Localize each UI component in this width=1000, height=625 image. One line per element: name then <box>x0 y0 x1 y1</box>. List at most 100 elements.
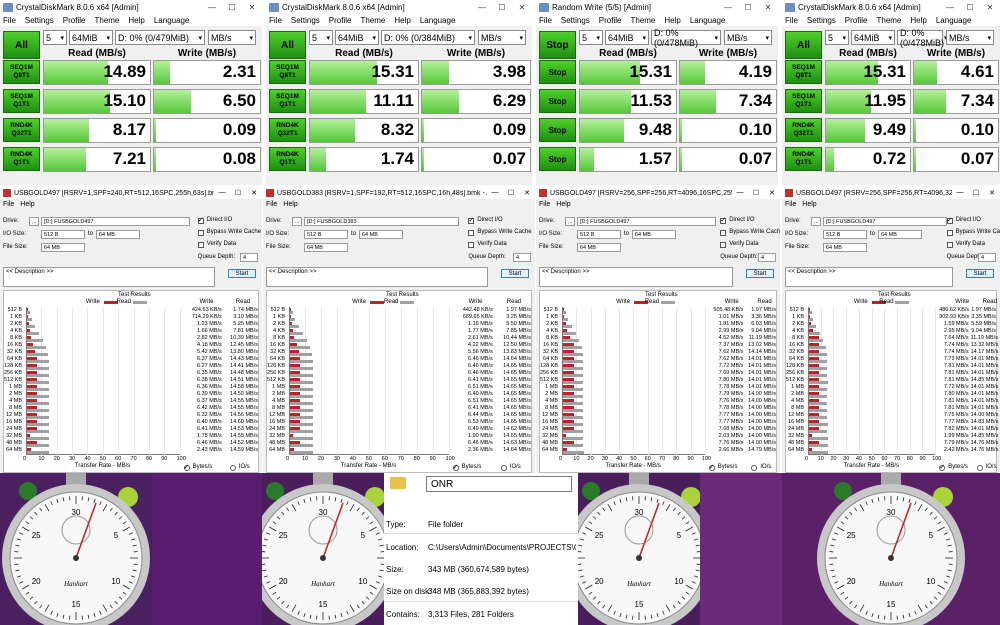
minimize-button[interactable]: — <box>952 189 968 197</box>
test-button[interactable]: SEQ1M Q8T1 <box>3 60 40 84</box>
menu-profile[interactable]: Profile <box>329 16 352 25</box>
menu-settings[interactable]: Settings <box>291 16 320 25</box>
close-button[interactable]: ✕ <box>519 189 535 197</box>
menu-language[interactable]: Language <box>154 16 190 25</box>
menu-file[interactable]: File <box>785 201 796 208</box>
test-button[interactable]: SEQ1M Q8T1 <box>269 60 306 84</box>
menu-language[interactable]: Language <box>936 16 972 25</box>
menu-file[interactable]: File <box>539 16 552 25</box>
browse-button[interactable]: ... <box>811 217 821 226</box>
menu-file[interactable]: File <box>539 201 550 208</box>
test-count-select[interactable]: 5 ▾ <box>309 30 333 45</box>
maximize-button[interactable]: ☐ <box>222 3 242 12</box>
drive-select[interactable]: D: 0% (0/384MiB) ▾ <box>381 30 475 45</box>
queue-depth-select[interactable]: 4 <box>758 253 776 262</box>
bytes-radio[interactable] <box>452 463 459 471</box>
drive-select[interactable]: [D:] FUSBGOLD497 <box>823 217 948 226</box>
test-button[interactable]: RND4K Q32T1 <box>3 118 40 142</box>
io-to-select[interactable]: 64 MB <box>632 230 676 239</box>
verify-data-checkbox[interactable] <box>197 242 204 248</box>
queue-depth-select[interactable]: 4 <box>978 253 996 262</box>
menu-profile[interactable]: Profile <box>63 16 86 25</box>
file-size-select[interactable]: 64 MB <box>304 243 348 252</box>
menu-language[interactable]: Language <box>690 16 726 25</box>
io-to-select[interactable]: 64 MB <box>96 230 140 239</box>
bypass-cache-checkbox[interactable] <box>468 230 475 236</box>
test-button[interactable]: SEQ1M Q1T1 <box>269 89 306 113</box>
test-count-select[interactable]: 5 ▾ <box>579 30 603 45</box>
test-button[interactable]: Stop <box>539 60 576 84</box>
menu-profile[interactable]: Profile <box>845 16 868 25</box>
start-button[interactable]: Start <box>228 269 256 278</box>
file-size-select[interactable]: 64 MB <box>41 243 85 252</box>
ios-radio[interactable] <box>500 465 507 471</box>
browse-button[interactable]: ... <box>292 217 302 226</box>
unit-select[interactable]: MB/s ▾ <box>946 30 994 45</box>
unit-select[interactable]: MB/s ▾ <box>724 30 772 45</box>
io-to-select[interactable]: 64 MB <box>878 230 922 239</box>
menu-theme[interactable]: Theme <box>876 16 901 25</box>
menu-theme[interactable]: Theme <box>630 16 655 25</box>
close-button[interactable]: ✕ <box>984 189 1000 197</box>
menu-help[interactable]: Help <box>394 16 410 25</box>
verify-data-checkbox[interactable] <box>720 242 727 248</box>
test-size-select[interactable]: 64MiB ▾ <box>605 30 649 45</box>
drive-select[interactable]: D: 0% (0/479MiB) ▾ <box>115 30 205 45</box>
verify-data-checkbox[interactable] <box>468 242 475 248</box>
unit-select[interactable]: MB/s ▾ <box>208 30 256 45</box>
close-button[interactable]: ✕ <box>512 3 532 12</box>
bypass-cache-checkbox[interactable] <box>946 230 953 236</box>
menu-settings[interactable]: Settings <box>25 16 54 25</box>
menu-help[interactable]: Help <box>664 16 680 25</box>
minimize-button[interactable]: — <box>487 189 503 197</box>
test-button[interactable]: RND4K Q1T1 <box>785 147 822 171</box>
test-button[interactable]: RND4K Q1T1 <box>3 147 40 171</box>
test-count-select[interactable]: 5 ▾ <box>43 30 67 45</box>
unit-select[interactable]: MB/s ▾ <box>478 30 526 45</box>
drive-select[interactable]: [D:] FUSBGOLD383 <box>304 217 460 226</box>
minimize-button[interactable]: — <box>472 3 492 12</box>
drive-select[interactable]: [D:] FUSBGOLD497 <box>577 217 717 226</box>
menu-file[interactable]: File <box>269 16 282 25</box>
minimize-button[interactable]: — <box>718 3 738 12</box>
bytes-radio[interactable] <box>708 463 715 471</box>
drive-select[interactable]: D: 0% (0/478MiB) ▾ <box>651 28 721 48</box>
ios-radio[interactable] <box>751 465 758 471</box>
file-size-select[interactable]: 64 MB <box>823 243 867 252</box>
direct-io-checkbox[interactable] <box>468 216 475 224</box>
bytes-radio[interactable] <box>939 463 946 471</box>
maximize-button[interactable]: ☐ <box>230 189 246 197</box>
drive-select[interactable]: [D:] FUSBGOLD497 <box>41 217 191 226</box>
test-size-select[interactable]: 64MiB ▾ <box>851 30 895 45</box>
test-button[interactable]: Stop <box>539 118 576 142</box>
menu-theme[interactable]: Theme <box>360 16 385 25</box>
description-field[interactable]: << Description >> <box>266 267 488 287</box>
menu-help[interactable]: Help <box>20 201 34 208</box>
browse-button[interactable]: ... <box>29 217 39 226</box>
close-button[interactable]: ✕ <box>242 3 262 12</box>
menu-file[interactable]: File <box>3 201 14 208</box>
test-button[interactable]: Stop <box>539 147 576 171</box>
all-button[interactable]: All <box>785 31 822 59</box>
all-button[interactable]: All <box>3 31 40 59</box>
direct-io-checkbox[interactable] <box>946 216 953 224</box>
queue-depth-select[interactable]: 4 <box>240 253 258 262</box>
menu-help[interactable]: Help <box>283 201 297 208</box>
test-button[interactable]: SEQ1M Q1T1 <box>3 89 40 113</box>
bytes-radio[interactable] <box>183 463 190 471</box>
io-to-select[interactable]: 64 MB <box>359 230 403 239</box>
ios-radio[interactable] <box>976 465 983 471</box>
maximize-button[interactable]: ☐ <box>960 3 980 12</box>
folder-name-field[interactable]: ONR <box>426 476 572 492</box>
close-button[interactable]: ✕ <box>980 3 1000 12</box>
bypass-cache-checkbox[interactable] <box>197 230 204 236</box>
io-from-select[interactable]: 512 B <box>41 230 85 239</box>
maximize-button[interactable]: ☐ <box>748 189 764 197</box>
test-size-select[interactable]: 64MiB ▾ <box>69 30 113 45</box>
queue-depth-select[interactable]: 4 <box>513 253 531 262</box>
menu-file[interactable]: File <box>266 201 277 208</box>
menu-theme[interactable]: Theme <box>94 16 119 25</box>
menu-file[interactable]: File <box>3 16 16 25</box>
maximize-button[interactable]: ☐ <box>492 3 512 12</box>
io-from-select[interactable]: 512 B <box>823 230 867 239</box>
